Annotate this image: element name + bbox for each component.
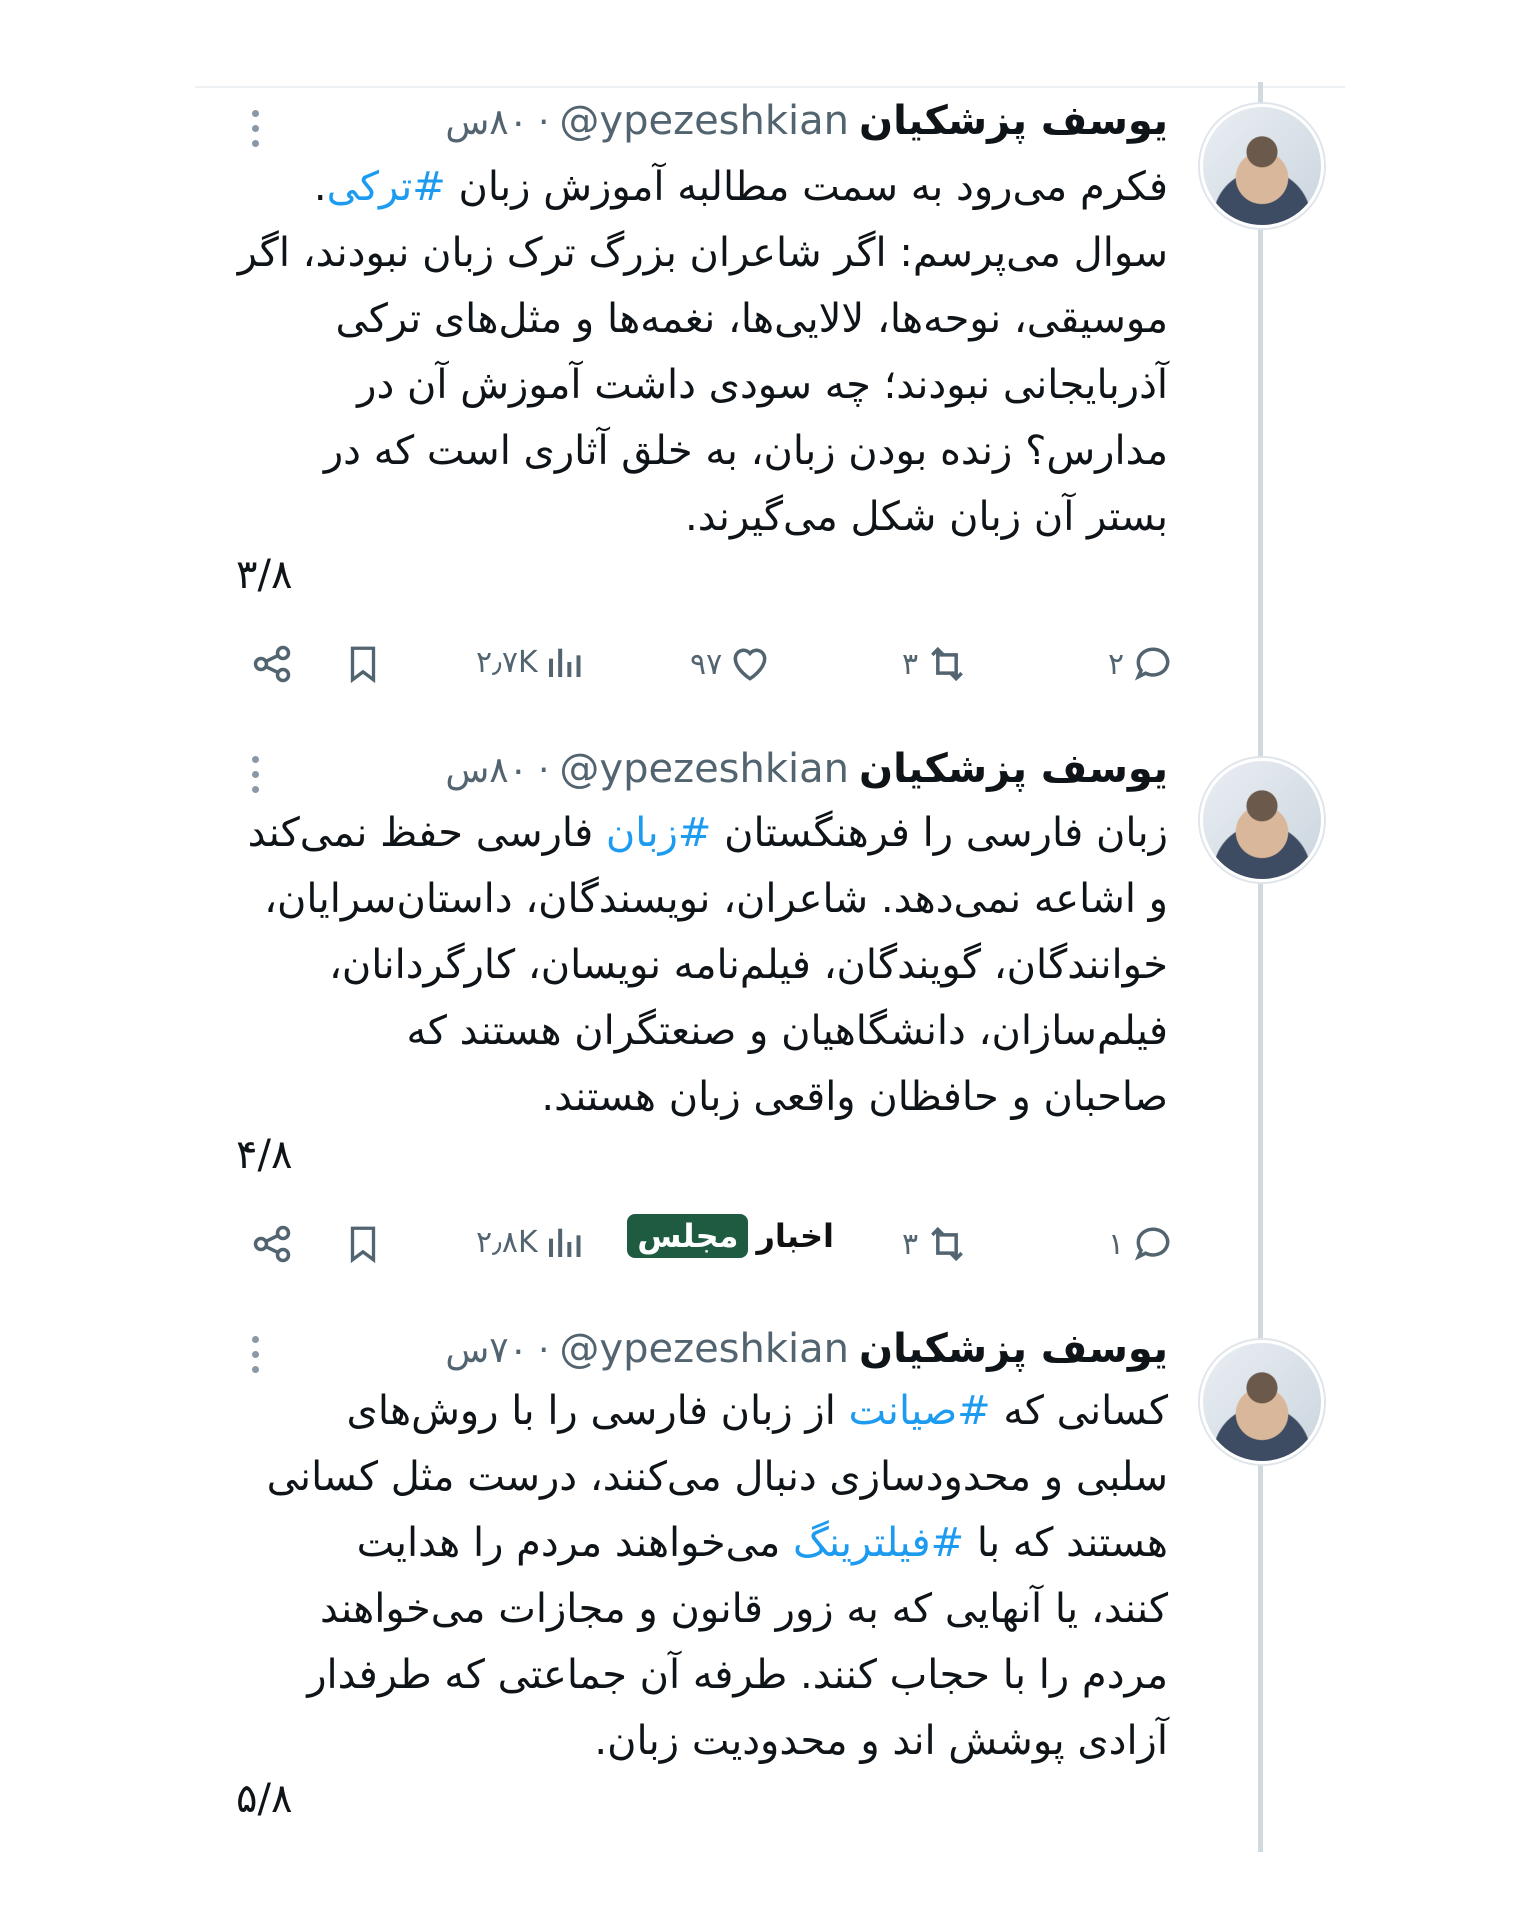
retweet-count: ۳ [902,1226,919,1262]
bookmark-button[interactable] [342,1222,384,1266]
tweet-text: فکرم می‌رود به سمت مطالبه آموزش زبان #تر… [237,164,1168,540]
share-icon [253,1225,291,1263]
tweet-header: یوسف پزشکیان @ypezeshkian · ۸۰س [445,98,1168,144]
reply-button[interactable]: ۲ [1108,642,1176,686]
retweet-button[interactable]: ۳ [902,642,970,686]
hashtag-link[interactable]: #زبان [606,810,712,856]
avatar[interactable] [1200,758,1324,882]
reply-button[interactable]: ۱ [1108,1222,1176,1266]
tweet-header: یوسف پزشکیان @ypezeshkian · ۸۰س [445,746,1168,792]
reply-icon [1134,1227,1170,1261]
timestamp[interactable]: ۷۰س [445,1330,528,1371]
bookmark-icon [350,646,376,684]
share-button[interactable] [250,1222,294,1266]
news-logo: اخبار مجلس [627,1213,842,1259]
views-count: ۲٫۸K [476,1224,538,1260]
action-bar: ۲٫۷K ۹۷ ۳ ۲ [250,642,1170,698]
retweet-count: ۳ [902,646,919,682]
reply-count: ۱ [1108,1226,1125,1262]
bookmark-icon [350,1226,376,1264]
like-button[interactable]: ۹۷ [690,642,772,686]
author-name[interactable]: یوسف پزشکیان [859,98,1168,144]
avatar[interactable] [1200,1340,1324,1464]
more-icon[interactable] [248,1336,262,1373]
thread-counter: ۵/۸ [236,1776,293,1822]
views-button[interactable]: ۲٫۸K [476,1222,584,1262]
author-handle[interactable]: @ypezeshkian [559,746,849,792]
author-handle[interactable]: @ypezeshkian [559,1326,849,1372]
more-icon[interactable] [248,110,262,147]
author-handle[interactable]: @ypezeshkian [559,98,849,144]
thread-counter: ۴/۸ [236,1132,293,1178]
tweet-text: زبان فارسی را فرهنگستان #زبان فارسی حفظ … [247,810,1168,1120]
share-icon [253,645,291,683]
views-icon [548,648,581,677]
logo-text: اخبار [756,1217,834,1255]
timestamp[interactable]: ۸۰س [445,750,528,791]
separator-dot: · [537,1330,550,1371]
tweet-header: یوسف پزشکیان @ypezeshkian · ۷۰س [445,1326,1168,1372]
tweet-text: کسانی که #صیانت از زبان فارسی را با روش‌… [266,1388,1168,1764]
views-button[interactable]: ۲٫۷K [476,642,584,682]
like-icon [733,648,767,681]
author-name[interactable]: یوسف پزشکیان [859,1326,1168,1372]
thread-counter: ۳/۸ [236,552,293,598]
share-button[interactable] [250,642,294,686]
separator-dot: · [537,102,550,143]
retweet-button[interactable]: ۳ [902,1222,970,1266]
retweet-icon [931,646,964,682]
thread-line [1258,82,1263,1852]
timestamp[interactable]: ۸۰س [445,102,528,143]
hashtag-link[interactable]: #صیانت [849,1388,991,1434]
bookmark-button[interactable] [342,642,384,686]
hashtag-link[interactable]: #فیلترینگ [793,1520,964,1566]
logo-badge: مجلس [627,1214,749,1258]
reply-icon [1134,647,1170,681]
views-count: ۲٫۷K [476,644,538,680]
hashtag-link[interactable]: #ترکی [327,164,446,210]
retweet-icon [931,1226,964,1262]
views-icon [548,1228,581,1257]
like-count: ۹۷ [690,646,723,682]
more-icon[interactable] [248,756,262,793]
avatar[interactable] [1200,104,1324,228]
reply-count: ۲ [1108,646,1125,682]
top-divider [195,86,1345,88]
separator-dot: · [537,750,550,791]
author-name[interactable]: یوسف پزشکیان [859,746,1168,792]
